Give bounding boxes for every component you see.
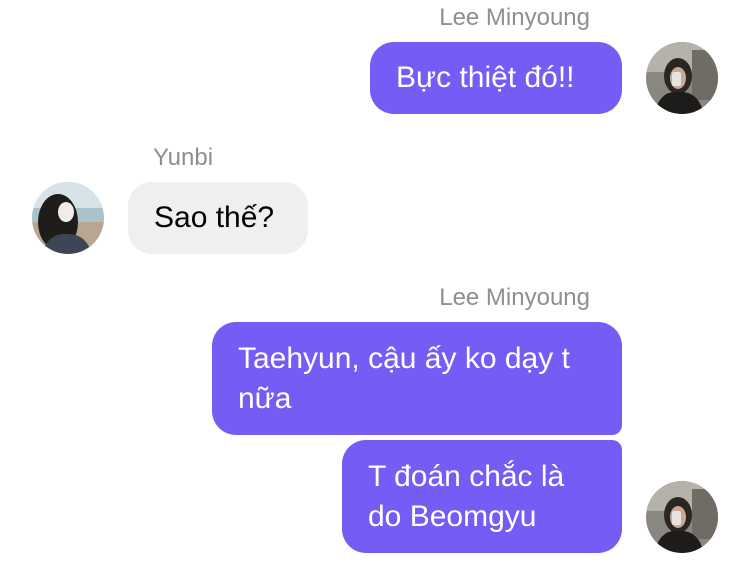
sender-name: Lee Minyoung (439, 4, 590, 31)
avatar-yunbi-icon[interactable] (32, 182, 104, 254)
message-text: Bực thiệt đó!! (396, 61, 575, 94)
avatar-minyoung-icon[interactable] (646, 481, 718, 553)
message-bubble[interactable]: Sao thế? (128, 182, 308, 254)
message-text: Taehyun, cậu ấy ko dạy t nữa (238, 341, 570, 415)
sender-name: Yunbi (153, 144, 214, 171)
avatar-minyoung-icon[interactable] (646, 42, 718, 114)
message-bubble[interactable]: T đoán chắc là do Beomgyu (342, 440, 622, 553)
message-text: Sao thế? (154, 201, 275, 234)
sender-name: Lee Minyoung (439, 284, 590, 311)
message-bubble[interactable]: Bực thiệt đó!! (370, 42, 622, 114)
message-text: T đoán chắc là do Beomgyu (368, 459, 565, 533)
message-bubble[interactable]: Taehyun, cậu ấy ko dạy t nữa (212, 322, 622, 435)
